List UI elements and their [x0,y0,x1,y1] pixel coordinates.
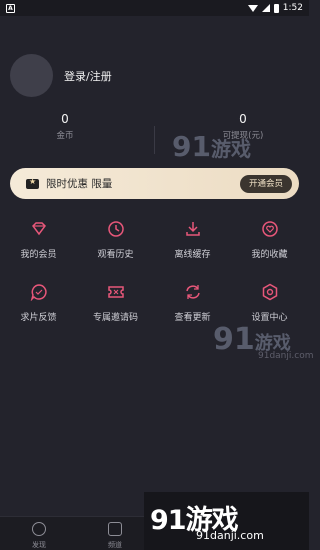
app-notification-icon: A [6,3,15,13]
menu-label: 我的会员 [20,250,57,260]
withdraw-value: 0 [239,112,247,126]
chat-icon [30,283,48,302]
menu-item-my-vip[interactable]: 我的会员 [0,220,77,260]
clock-icon [107,220,125,238]
coins-label: 金币 [56,131,74,141]
tab-discover[interactable]: 发现 [14,522,64,550]
vip-promo-text: 限时优惠 限量 [46,178,113,190]
coins-value: 0 [61,112,69,126]
stats-divider [154,126,155,154]
tab-channels[interactable]: 频道 [90,522,140,550]
ticket-icon [107,283,125,301]
watermark-logo-1: 91游戏 [172,130,251,163]
vip-promo-banner[interactable]: 限时优惠 限量 开通会员 [10,168,299,199]
crown-ticket-icon [26,177,39,189]
menu-label: 我的收藏 [251,250,288,260]
download-icon [184,220,202,238]
clock-time: 1:52 [282,3,303,13]
watermark-url: 91danji.com [258,351,314,361]
menu-item-request-feedback[interactable]: 求片反馈 [0,283,77,323]
compass-icon [32,522,46,536]
tab-label: 频道 [108,541,122,549]
watermark-logo-2: 91游戏 91danji.com [213,322,314,361]
menu-item-offline-cache[interactable]: 离线缓存 [154,220,231,260]
open-vip-button[interactable]: 开通会员 [239,174,292,193]
watermark-logo-bottom: 91游戏 91danji.com [144,492,309,550]
menu-label: 专属邀请码 [92,313,138,323]
settings-icon [261,283,279,301]
signal-icon [261,4,270,12]
status-bar: A 1:52 [0,0,309,16]
watermark-url-bottom: 91danji.com [196,529,264,542]
menu-item-check-update[interactable]: 查看更新 [154,283,231,323]
diamond-icon [30,220,48,238]
wifi-icon [247,4,258,12]
menu-item-settings[interactable]: 设置中心 [231,283,308,323]
play-icon [108,522,122,536]
menu-item-invite-code[interactable]: 专属邀请码 [77,283,154,323]
battery-icon [273,3,279,13]
menu-label: 求片反馈 [20,313,57,323]
bottom-tab-bar: 发现 频道 [0,516,148,550]
menu-label: 观看历史 [97,250,134,260]
coins-stat[interactable]: 0 金币 [0,112,130,141]
profile-header[interactable]: 登录/注册 [10,54,112,97]
menu-label: 离线缓存 [174,250,211,260]
menu-item-history[interactable]: 观看历史 [77,220,154,260]
menu-item-favorites[interactable]: 我的收藏 [231,220,308,260]
heart-icon [261,220,279,238]
refresh-icon [184,283,202,301]
avatar[interactable] [10,54,53,97]
login-register-link[interactable]: 登录/注册 [64,68,112,84]
tab-label: 发现 [32,541,46,549]
stats-row: 0 金币 0 可提现(元) [0,112,309,156]
